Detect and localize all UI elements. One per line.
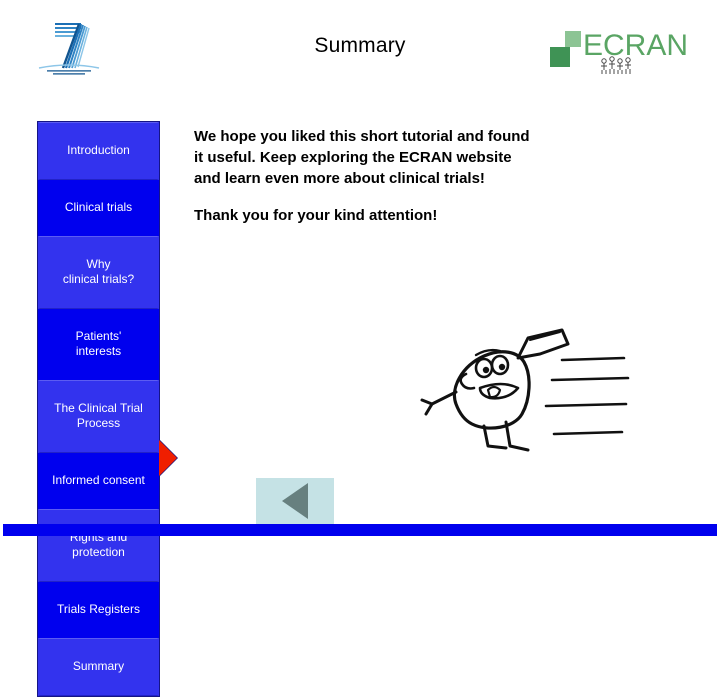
sidebar-item-label: Informed consent bbox=[52, 473, 145, 487]
ecran-square-dark bbox=[550, 47, 570, 67]
speed-line bbox=[544, 402, 628, 408]
sidebar-item-summary[interactable]: Summary bbox=[38, 638, 159, 696]
body-paragraph-2: Thank you for your kind attention! bbox=[194, 207, 438, 224]
ecran-logo: ECRAN bbox=[543, 25, 693, 85]
sidebar-item-rights-and-protection[interactable]: Rights and protection bbox=[38, 509, 159, 582]
page-title: Summary bbox=[314, 34, 406, 57]
sidebar-item-label: Summary bbox=[72, 659, 125, 673]
sidebar-item-label: Patients' interests bbox=[75, 329, 122, 358]
speed-line bbox=[550, 376, 630, 382]
running-cartoon-figure bbox=[410, 318, 630, 468]
ecran-square-light bbox=[565, 31, 581, 47]
sidebar-item-informed-consent[interactable]: Informed consent bbox=[38, 453, 159, 509]
sidebar-item-clinical-trial-process[interactable]: The Clinical Trial Process bbox=[38, 380, 159, 453]
speed-line bbox=[552, 430, 624, 436]
sidebar-item-trials-registers[interactable]: Trials Registers bbox=[38, 582, 159, 638]
sidebar-item-patients-interests[interactable]: Patients' interests bbox=[38, 309, 159, 380]
sidebar-item-introduction[interactable]: Introduction bbox=[38, 122, 159, 180]
sidebar-item-why-clinical-trials[interactable]: Why clinical trials? bbox=[38, 236, 159, 309]
sidebar-item-label: Trials Registers bbox=[57, 602, 140, 616]
sidebar-item-label: Clinical trials bbox=[64, 200, 133, 214]
ecran-wordmark: ECRAN bbox=[583, 29, 688, 62]
triangle-left-icon bbox=[282, 483, 308, 519]
sidebar-item-clinical-trials[interactable]: Clinical trials bbox=[38, 180, 159, 236]
fp7-logo-text bbox=[47, 70, 91, 75]
back-button[interactable] bbox=[256, 478, 334, 524]
speed-line bbox=[560, 356, 626, 362]
current-slide-pointer bbox=[159, 440, 177, 476]
fp7-logo bbox=[33, 18, 105, 76]
sidebar-item-label: Why clinical trials? bbox=[62, 257, 135, 286]
fp7-seven-glyph bbox=[38, 23, 100, 69]
slide-navigation: Introduction Clinical trials Why clinica… bbox=[37, 121, 160, 697]
sidebar-item-label: The Clinical Trial Process bbox=[54, 401, 143, 430]
slide-body: We hope you liked this short tutorial an… bbox=[194, 126, 534, 226]
footer-bar bbox=[3, 524, 717, 536]
body-paragraph-1: We hope you liked this short tutorial an… bbox=[194, 128, 530, 187]
sidebar-item-label: Introduction bbox=[67, 143, 130, 157]
